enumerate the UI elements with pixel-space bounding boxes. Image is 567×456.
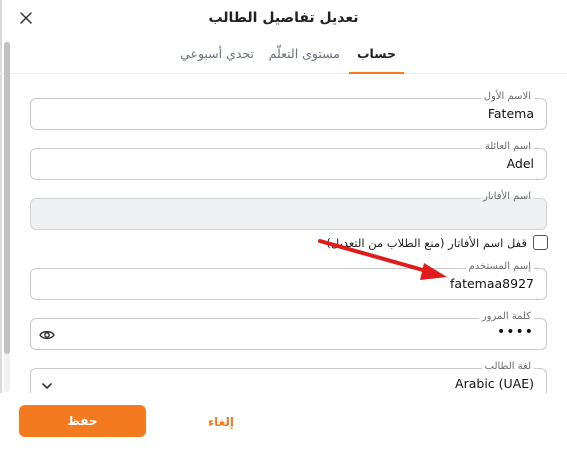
dialog-footer: حفظ إلغاء bbox=[0, 393, 567, 456]
avatar-name-field: اسم الأفاتار bbox=[30, 190, 547, 230]
password-value: •••• bbox=[496, 324, 534, 340]
last-name-field[interactable]: اسم العائلة Adel bbox=[30, 140, 547, 180]
eye-icon bbox=[39, 330, 55, 340]
form-scroll-area: الاسم الأول Fatema اسم العائلة Adel اسم … bbox=[0, 75, 567, 393]
tab-weekly-challenge[interactable]: تحدي أسبوعي bbox=[180, 46, 254, 74]
last-name-value: Adel bbox=[506, 156, 534, 171]
language-dropdown-toggle[interactable] bbox=[41, 377, 55, 391]
lock-avatar-checkbox[interactable] bbox=[533, 235, 548, 250]
save-button[interactable]: حفظ bbox=[19, 405, 146, 437]
lock-avatar-row[interactable]: قفل اسم الأفاتار (منع الطلاب من التعديل) bbox=[326, 234, 548, 254]
cancel-button[interactable]: إلغاء bbox=[196, 411, 246, 433]
password-field[interactable]: كلمة المرور •••• bbox=[30, 310, 547, 350]
username-value: fatemaa8927 bbox=[450, 276, 534, 291]
first-name-label: الاسم الأول bbox=[480, 90, 534, 104]
chevron-down-icon bbox=[42, 383, 52, 389]
student-language-value: Arabic (UAE) bbox=[455, 376, 534, 391]
dialog-header: تعديل تفاصيل الطالب bbox=[0, 0, 567, 40]
tab-account[interactable]: حساب bbox=[349, 46, 404, 74]
avatar-name-label: اسم الأفاتار bbox=[480, 190, 534, 204]
first-name-value: Fatema bbox=[487, 106, 534, 121]
username-label: إسم المستخدم bbox=[465, 260, 534, 274]
password-label: كلمة المرور bbox=[478, 310, 534, 324]
tab-learning-level[interactable]: مستوى التعلّم bbox=[269, 46, 340, 74]
student-language-select[interactable]: لغة الطالب Arabic (UAE) bbox=[30, 360, 547, 393]
last-name-label: اسم العائلة bbox=[481, 140, 534, 154]
first-name-field[interactable]: الاسم الأول Fatema bbox=[30, 90, 547, 130]
lock-avatar-label: قفل اسم الأفاتار (منع الطلاب من التعديل) bbox=[326, 236, 527, 250]
dialog-title: تعديل تفاصيل الطالب bbox=[208, 10, 359, 26]
show-password-button[interactable] bbox=[39, 327, 55, 341]
tab-bar: حساب مستوى التعلّم تحدي أسبوعي bbox=[0, 40, 567, 74]
student-language-label: لغة الطالب bbox=[481, 360, 534, 374]
username-field[interactable]: إسم المستخدم fatemaa8927 bbox=[30, 260, 547, 300]
